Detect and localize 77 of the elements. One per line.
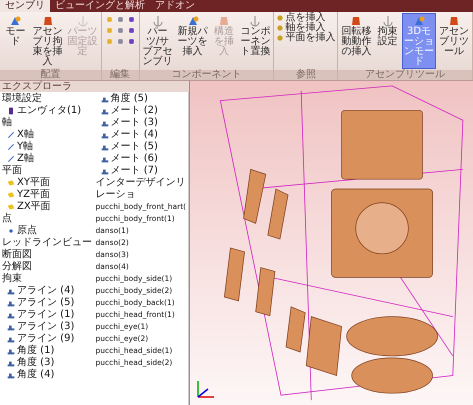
tree-item[interactable]: アライン (3) [17, 321, 74, 333]
ribbon-button[interactable]: モード [1, 13, 30, 49]
tree-item[interactable]: YZ平面 [17, 189, 50, 201]
tree-item[interactable]: メート (5) [110, 141, 158, 153]
ribbon-button[interactable]: 平面を挿入 [275, 33, 336, 43]
panel-title: エクスプローラ [0, 81, 189, 92]
constraint-icon [100, 167, 109, 175]
tool-button[interactable] [126, 26, 136, 35]
tree-item[interactable]: メート (4) [110, 129, 158, 141]
tree-item[interactable]: インターデザインリレーショ [96, 177, 186, 201]
constraint-icon [7, 287, 15, 295]
tree-item[interactable]: Y軸 [17, 141, 34, 153]
constraint-icon [7, 347, 15, 355]
tree-item[interactable]: 環境設定 [2, 93, 42, 105]
tree-item[interactable]: アライン (5) [17, 297, 74, 309]
point-icon [7, 227, 15, 235]
panel-label: アセンブリツール [338, 70, 472, 80]
ribbon-tab[interactable]: アドオン [150, 0, 200, 12]
constraint-icon [7, 359, 15, 367]
tool-button[interactable] [116, 15, 125, 24]
3d-viewport[interactable] [190, 81, 473, 405]
tool-button[interactable] [116, 37, 125, 46]
tree-item[interactable]: エンヴィタ(1) [17, 105, 82, 117]
tree-item[interactable]: 拘束 [2, 273, 22, 285]
ribbon-button[interactable]: 新規パーツを挿入 [176, 13, 210, 59]
constraint-icon [100, 131, 109, 139]
ribbon-button[interactable]: 回転移動動作の挿入 [339, 13, 374, 59]
scrollbar[interactable] [188, 92, 190, 405]
panel-label: コンポーネント [140, 70, 274, 80]
ribbon-button[interactable]: 拘束設定 [374, 13, 401, 49]
ribbon-tab[interactable]: ビューイングと解析 [50, 0, 150, 12]
tree-item[interactable]: レッドラインビュー [2, 237, 92, 249]
constraint-icon [7, 323, 15, 331]
tree-item[interactable]: 角度 (3) [17, 357, 54, 369]
tree-item[interactable]: メート (2) [110, 105, 158, 117]
tree-item[interactable]: X軸 [17, 129, 34, 141]
constraint-icon [7, 371, 15, 379]
constraint-icon [7, 299, 15, 307]
tree-item[interactable]: アライン (4) [17, 285, 74, 297]
tree-item[interactable]: 角度 (5) [110, 93, 148, 105]
tree-item[interactable]: 断面図 [2, 249, 32, 261]
ribbon-button[interactable]: アセンブリツール [437, 13, 471, 59]
tree-item[interactable]: 平面 [2, 165, 22, 177]
tree-item[interactable]: Z軸 [17, 153, 34, 165]
tree-item[interactable]: アライン (1) [17, 309, 74, 321]
tree-item[interactable]: ZX平面 [17, 201, 51, 213]
constraint-icon [100, 107, 109, 115]
panel-label: 編集 [102, 70, 139, 80]
tree-item[interactable]: 軸 [2, 117, 12, 129]
ribbon-button[interactable]: 点を挿入 [275, 13, 336, 23]
panel-label: 参照 [274, 70, 338, 80]
tool-button[interactable] [126, 15, 136, 24]
tree-item[interactable]: XY平面 [17, 177, 50, 189]
constraint-icon [100, 95, 109, 103]
ribbon-button[interactable]: アセンブリ拘束を挿入 [30, 13, 65, 69]
ribbon-button[interactable]: 軸を挿入 [275, 23, 336, 33]
tree-item[interactable]: メート (7) [110, 165, 158, 177]
tree-item[interactable]: アライン (9) [17, 333, 74, 345]
tool-button[interactable] [126, 37, 136, 46]
component-icon [7, 107, 15, 115]
constraint-icon [100, 143, 109, 151]
constraint-icon [7, 335, 15, 343]
panel-label: 配置 [0, 70, 101, 80]
constraint-icon [100, 155, 109, 163]
constraint-icon [7, 311, 15, 319]
tree-item[interactable]: メート (3) [110, 117, 158, 129]
tool-button[interactable] [116, 26, 125, 35]
tree-item[interactable]: メート (6) [110, 153, 158, 165]
constraint-icon [100, 119, 109, 127]
tree-item[interactable]: 角度 (4) [17, 369, 54, 381]
tree-item[interactable]: 原点 [17, 225, 37, 237]
ribbon-button[interactable]: コンポーネント置換 [238, 13, 272, 59]
ribbon-tab[interactable]: センブリ [0, 0, 50, 12]
tree-item[interactable]: 点 [2, 213, 12, 225]
tree-item[interactable]: 角度 (1) [17, 345, 54, 357]
ribbon-button[interactable]: パーツ/サブアセンブリ [140, 13, 175, 69]
tree-item[interactable]: 分解図 [2, 261, 32, 273]
